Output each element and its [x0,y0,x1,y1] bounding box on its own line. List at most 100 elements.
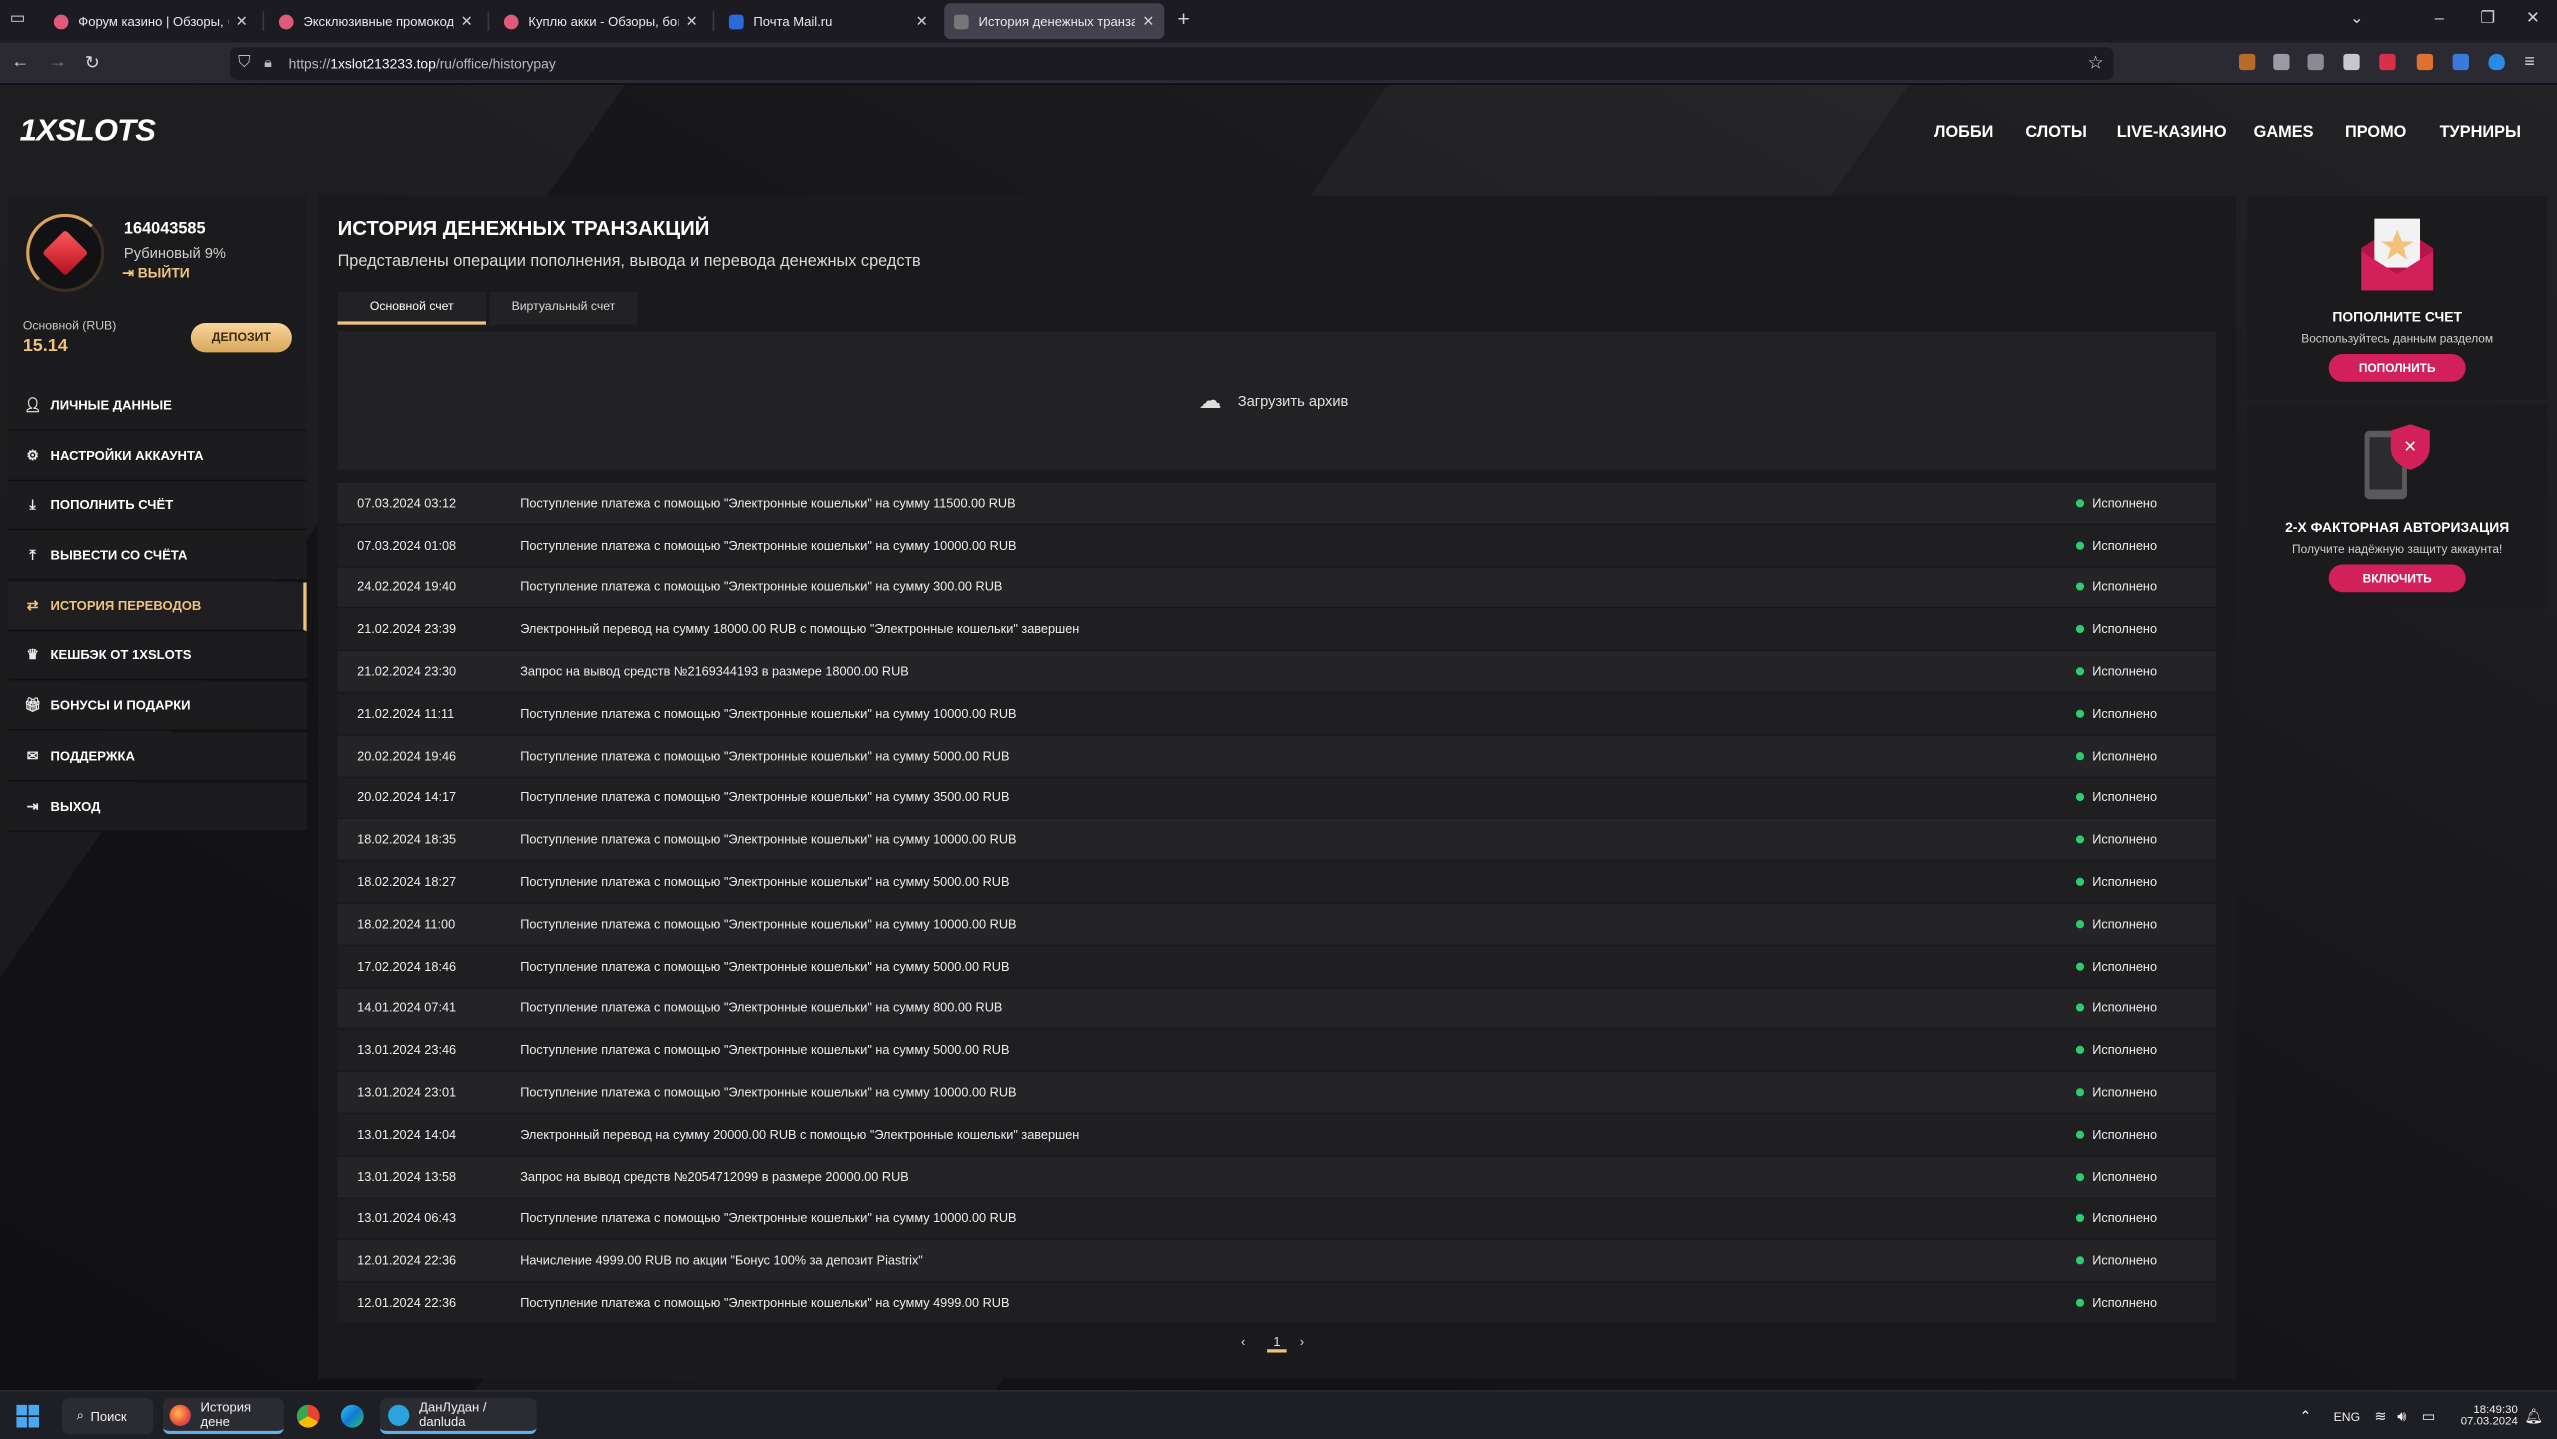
sidebar-item-2[interactable]: ⤓ ПОПОЛНИТЬ СЧЁТ [8,481,307,531]
minimize-icon[interactable]: – [2435,10,2444,28]
extension-icon[interactable] [2307,53,2324,71]
deposit-button[interactable]: ДЕПОЗИТ [190,323,292,353]
status-dot-icon [2075,709,2085,718]
browser-tab-4[interactable]: Почта Mail.ru ✕ [719,3,938,39]
sidebar-item-4[interactable]: ⇄ ИСТОРИЯ ПЕРЕВОДОВ [8,582,307,631]
tab-virtual-account[interactable]: Виртуальный счет [489,292,638,325]
battery-icon[interactable]: ▭ [2422,1398,2436,1434]
transaction-date: 13.01.2024 23:01 [357,1085,457,1100]
two-factor-button[interactable]: ВКЛЮЧИТЬ [2328,564,2466,593]
notification-icon[interactable]: 🔔︎ [2524,1398,2543,1434]
address-bar[interactable]: ⛉ 🔒︎ https://1xslot213233.top/ru/office/… [229,47,2114,80]
logout-link[interactable]: ⇥ ВЫЙТИ [122,264,189,282]
nav-lobby[interactable]: ЛОББИ [1934,124,1993,142]
edge-icon [340,1404,364,1428]
back-icon[interactable]: ← [11,52,29,72]
taskbar-firefox[interactable]: История дене [163,1398,284,1435]
table-row: 20.02.2024 19:46 Поступление платежа с по… [337,735,2217,778]
clock[interactable]: 18:49:30 07.03.2024 [2449,1398,2518,1434]
extension-icon[interactable] [2239,53,2256,71]
new-tab-icon[interactable]: + [1177,7,1189,31]
taskbar-chrome[interactable] [296,1398,323,1434]
transaction-description: Электронный перевод на сумму 18000.00 RU… [520,622,1080,637]
extension-icon[interactable] [2343,53,2360,71]
restore-icon[interactable]: ❐ [2480,10,2495,28]
sidebar-item-label: ВЫХОД [50,798,101,814]
extension-icon[interactable] [2379,53,2396,71]
tab-close-icon[interactable]: ✕ [461,12,473,30]
transaction-description: Поступление платежа с помощью "Электронн… [520,832,1017,848]
two-factor-title: 2-Х ФАКТОРНАЯ АВТОРИЗАЦИЯ [2285,518,2510,536]
tab-list-icon[interactable]: ▭ [10,10,25,28]
table-row: 07.03.2024 03:12 Поступление платежа с по… [337,482,2217,526]
browser-tab-5[interactable]: История денежных транзакций ✕ [944,3,1165,40]
sidebar-item-0[interactable]: 👤︎ ЛИЧНЫЕ ДАННЫЕ [8,381,307,431]
sidebar-item-3[interactable]: ⤒ ВЫВЕСТИ СО СЧЁТА [8,531,307,581]
chevron-up-icon[interactable]: ⌃ [2299,1398,2311,1434]
tab-close-icon[interactable]: ✕ [916,12,928,30]
site-logo[interactable]: 1XSLOTS [20,114,156,150]
extension-icon[interactable] [2416,53,2434,71]
lock-icon[interactable]: 🔒︎ [264,54,272,72]
shield-icon[interactable]: ⛉ [238,54,250,72]
browser-tab-3[interactable]: Куплю акки - Обзоры, бонус ✕ [494,3,708,39]
start-button[interactable] [16,1398,42,1434]
table-row: 12.01.2024 22:36 Начисление 4999.00 RUB п… [337,1240,2217,1283]
forward-icon[interactable]: → [49,52,67,72]
transaction-date: 18.02.2024 18:27 [357,874,457,890]
sidebar-item-7[interactable]: ✉ ПОДДЕРЖКА [8,732,307,782]
shield-extension-icon[interactable] [2488,53,2505,71]
page-current[interactable]: 1 [1267,1335,1287,1353]
balance-value: 15.14 [22,336,68,356]
chevron-down-icon[interactable]: ⌄ [2350,10,2364,28]
taskbar-search[interactable]: ⌕ Поиск [61,1398,154,1435]
tab-close-icon[interactable]: ✕ [686,12,698,30]
sidebar-item-1[interactable]: ⚙ НАСТРОЙКИ АККАУНТА [8,431,307,481]
volume-icon[interactable]: 🔊︎ [2397,1398,2406,1434]
sidebar-item-6[interactable]: 🎁︎ БОНУСЫ И ПОДАРКИ [8,682,307,732]
table-row: 18.02.2024 18:35 Поступление платежа с по… [337,819,2217,862]
transaction-status: Исполнено [2075,496,2216,510]
bookmark-star-icon[interactable]: ☆ [2088,52,2104,74]
nav-promo[interactable]: ПРОМО [2345,124,2406,142]
transaction-description: Поступление платежа с помощью "Электронн… [520,958,1010,974]
sidebar-item-8[interactable]: ⇥ ВЫХОД [8,782,307,832]
status-dot-icon [2075,793,2085,802]
extension-icon[interactable] [2452,53,2469,71]
next-page-icon[interactable]: › [1300,1335,1304,1350]
telegram-icon [388,1403,410,1426]
prev-page-icon[interactable]: ‹ [1241,1335,1245,1350]
close-window-icon[interactable]: ✕ [2526,10,2540,28]
browser-tab-1[interactable]: Форум казино | Обзоры, бонус ✕ [44,3,258,39]
upload-archive[interactable]: ☁ Загрузить архив [337,331,2217,470]
wifi-icon[interactable]: ≋ [2374,1398,2386,1434]
transaction-description: Поступление платежа с помощью "Электронн… [520,706,1017,721]
transaction-date: 13.01.2024 13:58 [357,1169,457,1184]
reload-icon[interactable]: ↻ [85,52,100,74]
transaction-status: Исполнено [2075,1043,2216,1058]
tab-main-account[interactable]: Основной счет [337,292,486,325]
nav-tournaments[interactable]: ТУРНИРЫ [2440,124,2521,142]
nav-slots[interactable]: СЛОТЫ [2025,124,2086,142]
sidebar-item-label: КЕШБЭК ОТ 1XSLOTS [50,648,192,664]
language-indicator[interactable]: ENG [2334,1398,2361,1434]
status-dot-icon [2075,667,2085,676]
sidebar-item-5[interactable]: ♛ КЕШБЭК ОТ 1XSLOTS [8,632,307,682]
loyalty-level: Рубиновый 9% [123,244,226,262]
balance-label: Основной (RUB) [22,318,117,333]
transaction-description: Поступление платежа с помощью "Электронн… [520,537,1017,553]
download-icon: ⤓ [29,496,36,513]
menu-icon[interactable]: ≡ [2524,52,2534,72]
taskbar-telegram[interactable]: ДанЛудан / danluda [379,1398,537,1435]
browser-tab-2[interactable]: Эксклюзивные промокоды на ✕ [269,3,483,39]
nav-live-casino[interactable]: LIVE-КАЗИНО [2117,124,2227,142]
tab-close-icon[interactable]: ✕ [1142,12,1154,30]
nav-games[interactable]: GAMES [2254,124,2314,142]
taskbar-edge[interactable] [340,1398,367,1434]
tab-close-icon[interactable]: ✕ [236,12,248,30]
url-text: https://1xslot213233.top/ru/office/histo… [288,55,556,72]
windows-taskbar: ⌕ Поиск История дене ДанЛудан / danluda ⌃… [0,1390,2557,1439]
extension-icon[interactable] [2273,53,2290,71]
transaction-date: 21.02.2024 23:39 [357,622,457,637]
deposit-card-button[interactable]: ПОПОЛНИТЬ [2328,354,2466,382]
